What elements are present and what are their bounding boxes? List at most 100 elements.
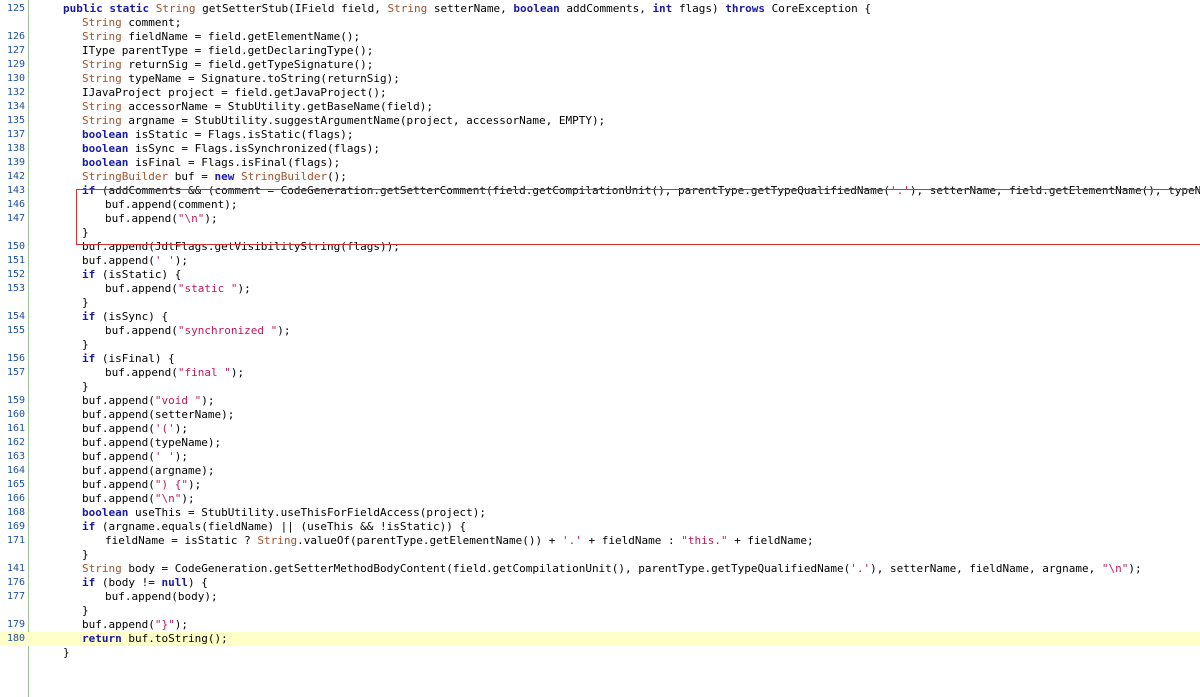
code-line[interactable]: 176 if (body != null) { (0, 576, 1200, 590)
code-line[interactable]: 164 buf.append(argname); (0, 464, 1200, 478)
code-line[interactable]: 129 String returnSig = field.getTypeSigna… (0, 58, 1200, 72)
code-text: buf.append(") {"); (82, 478, 201, 492)
code-line[interactable]: 163 buf.append(' '); (0, 450, 1200, 464)
code-token: '.' (850, 561, 871, 575)
code-line[interactable]: } (0, 548, 1200, 562)
code-token: buf.append( (82, 477, 155, 491)
code-token: boolean (82, 127, 135, 141)
code-line[interactable]: 141 String body = CodeGeneration.getSette… (0, 562, 1200, 576)
code-line[interactable]: 155 buf.append("synchronized "); (0, 324, 1200, 338)
code-token: ); (237, 281, 251, 295)
code-token: body = CodeGeneration.getSetterMethodBod… (128, 561, 851, 575)
code-line[interactable]: 169 if (argname.equals(fieldName) || (use… (0, 520, 1200, 534)
code-line[interactable]: 134 String accessorName = StubUtility.get… (0, 100, 1200, 114)
code-token: returnSig = field.getTypeSignature(); (128, 57, 374, 71)
code-line[interactable]: 177 buf.append(body); (0, 590, 1200, 604)
code-token: boolean (513, 1, 567, 15)
line-number: 134 (6, 100, 25, 112)
code-line[interactable]: } (0, 646, 1200, 660)
code-token: ); (230, 365, 245, 379)
code-token: (); (327, 169, 347, 183)
code-line[interactable]: 135 String argname = StubUtility.suggestA… (0, 114, 1200, 128)
line-number: 169 (6, 520, 25, 532)
code-line[interactable]: 154 if (isSync) { (0, 310, 1200, 324)
code-token: (argname.equals(fieldName) || (useThis &… (101, 519, 467, 533)
code-text: return buf.toString(); (82, 632, 228, 646)
line-number: 165 (6, 478, 25, 490)
code-line[interactable]: } (0, 338, 1200, 352)
line-number: 162 (6, 436, 25, 448)
line-number: 137 (6, 128, 25, 140)
code-line[interactable]: 132 IJavaProject project = field.getJavaP… (0, 86, 1200, 100)
code-token: isFinal = Flags.isFinal(flags); (134, 155, 341, 169)
code-token: ' ' (154, 449, 175, 463)
code-line[interactable]: 153 buf.append("static "); (0, 282, 1200, 296)
code-line[interactable]: 130 String typeName = Signature.toString(… (0, 72, 1200, 86)
code-line[interactable]: 162 buf.append(typeName); (0, 436, 1200, 450)
code-token: String (82, 113, 129, 127)
code-line[interactable]: 137 boolean isStatic = Flags.isStatic(fla… (0, 128, 1200, 142)
code-text: String body = CodeGeneration.getSetterMe… (82, 562, 1142, 576)
code-line[interactable]: 160 buf.append(setterName); (0, 408, 1200, 422)
code-token: buf.append( (82, 617, 155, 631)
code-token: "static " (177, 281, 238, 295)
line-number: 176 (6, 576, 25, 588)
code-token: argname = StubUtility.suggestArgumentNam… (128, 113, 606, 127)
code-line[interactable]: 179 buf.append("}"); (0, 618, 1200, 632)
code-token: fieldName = field.getElementName(); (128, 29, 361, 43)
code-text: buf.append("}"); (82, 618, 188, 632)
code-token: boolean (82, 505, 135, 519)
code-line[interactable]: 166 buf.append("\n"); (0, 492, 1200, 506)
line-number: 150 (6, 240, 25, 252)
code-token: StringBuilder (240, 169, 328, 183)
code-token: String (387, 1, 434, 15)
code-line[interactable]: } (0, 604, 1200, 618)
code-token: ); (277, 323, 291, 337)
code-line[interactable]: 126 String fieldName = field.getElementNa… (0, 30, 1200, 44)
code-token: "}" (154, 617, 175, 631)
code-line[interactable]: 142 StringBuilder buf = new StringBuilder… (0, 170, 1200, 184)
code-token: buf.append(argname); (82, 463, 215, 477)
code-token: String (82, 15, 129, 29)
code-token: buf.append( (82, 393, 155, 407)
highlight-box (76, 189, 1200, 245)
code-text: if (isFinal) { (82, 352, 175, 366)
line-number: 127 (6, 44, 25, 56)
code-line[interactable]: 127 IType parentType = field.getDeclaring… (0, 44, 1200, 58)
code-line[interactable]: 139 boolean isFinal = Flags.isFinal(flags… (0, 156, 1200, 170)
code-text: buf.append("void "); (82, 394, 214, 408)
line-number: 132 (6, 86, 25, 98)
code-text: boolean isFinal = Flags.isFinal(flags); (82, 156, 340, 170)
code-token: buf.append( (105, 323, 178, 337)
code-token: isStatic = Flags.isStatic(flags); (134, 127, 354, 141)
code-token: buf.append( (82, 421, 155, 435)
code-token: ); (201, 393, 215, 407)
code-line[interactable]: 152 if (isStatic) { (0, 268, 1200, 282)
code-text: IJavaProject project = field.getJavaProj… (82, 86, 387, 100)
code-text: if (body != null) { (82, 576, 208, 590)
code-line[interactable]: 159 buf.append("void "); (0, 394, 1200, 408)
code-line[interactable]: 180 return buf.toString(); (0, 631, 1200, 646)
line-number: 153 (6, 282, 25, 294)
code-text: StringBuilder buf = new StringBuilder(); (82, 170, 347, 184)
code-line[interactable]: 156 if (isFinal) { (0, 352, 1200, 366)
code-line[interactable]: 171 fieldName = isStatic ? String.valueOf… (0, 534, 1200, 548)
code-line[interactable]: } (0, 296, 1200, 310)
code-token: buf.append(typeName); (82, 435, 222, 449)
code-line[interactable]: 125 public static String getSetterStub(IF… (0, 2, 1200, 16)
line-number: 160 (6, 408, 25, 420)
code-token: boolean (82, 155, 135, 169)
code-line[interactable]: 168 boolean useThis = StubUtility.useThis… (0, 506, 1200, 520)
code-line[interactable]: String comment; (0, 16, 1200, 30)
code-text: String accessorName = StubUtility.getBas… (82, 100, 433, 114)
code-line[interactable]: 161 buf.append('('); (0, 422, 1200, 436)
code-token: throws (725, 1, 772, 15)
code-line[interactable]: 157 buf.append("final "); (0, 366, 1200, 380)
code-line[interactable]: 165 buf.append(") {"); (0, 478, 1200, 492)
code-token: buf = (174, 169, 215, 183)
code-line[interactable]: } (0, 380, 1200, 394)
code-token: useThis = StubUtility.useThisForFieldAcc… (134, 505, 486, 519)
code-line[interactable]: 138 boolean isSync = Flags.isSynchronized… (0, 142, 1200, 156)
code-line[interactable]: 151 buf.append(' '); (0, 254, 1200, 268)
code-editor[interactable]: 125 public static String getSetterStub(IF… (0, 0, 1200, 697)
